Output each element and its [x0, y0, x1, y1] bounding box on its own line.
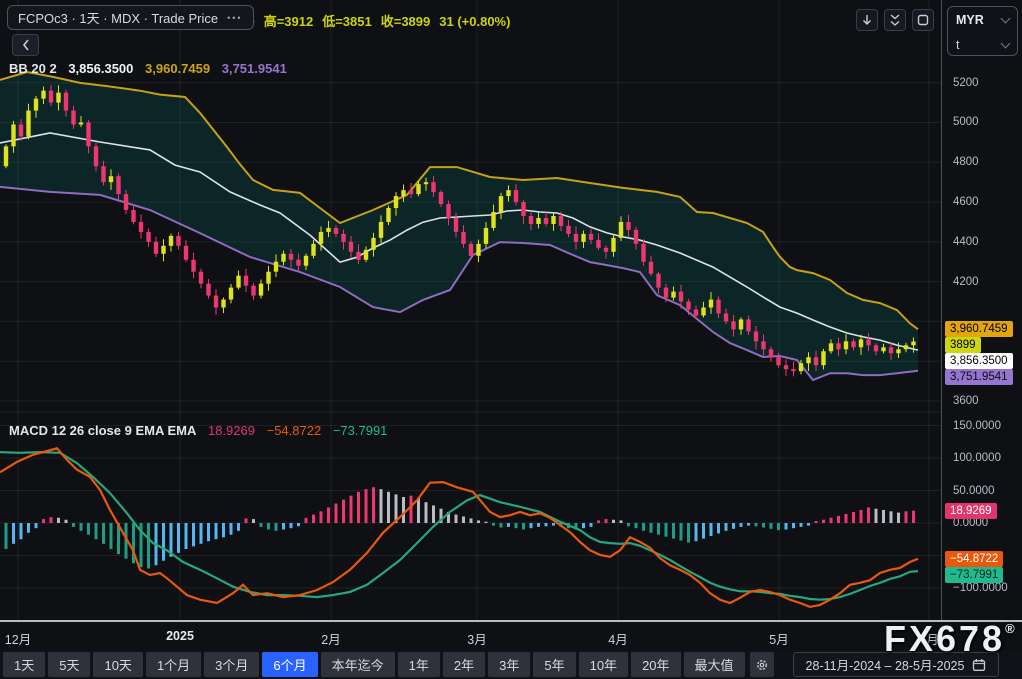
ohlc-change: 31 (+0.80%)	[439, 14, 511, 29]
symbol-chip[interactable]: FCPOc3 · 1天 · MDX · Trade Price •••	[7, 5, 254, 30]
range-button-2年[interactable]: 2年	[442, 652, 486, 677]
chevron-down-icon	[1000, 38, 1011, 48]
time-label: 6月	[919, 633, 939, 647]
bb-upper-value: 3,960.7459	[145, 61, 211, 76]
range-button-1个月[interactable]: 1个月	[145, 652, 202, 677]
range-button-5天[interactable]: 5天	[48, 652, 91, 677]
collapse-pane-button[interactable]	[884, 9, 906, 31]
bb-lower-value: 3,751.9541	[221, 61, 287, 76]
bb-legend[interactable]: BB 20 2 3,856.3500 3,960.7459 3,751.9541	[9, 61, 295, 76]
range-button-10天[interactable]: 10天	[93, 652, 143, 677]
price-badge: 18.9269	[945, 502, 997, 519]
pane-time-separator	[0, 620, 1022, 622]
axis-tick: 4800	[953, 156, 979, 169]
axis-tick: 4400	[953, 235, 979, 248]
currency-value: MYR	[956, 12, 984, 27]
axis-tick: 3600	[953, 395, 979, 407]
timeframe-toolbar: 1天 5天 10天 1个月 3个月 6个月 本年迄今 1年 2年 3年 5年 10年 20年 最大值 28-…	[0, 650, 1022, 679]
range-button-3年[interactable]: 3年	[488, 652, 531, 677]
axis-tick: 100.0000	[953, 452, 1001, 464]
ohlc-high: 高=3912	[263, 14, 314, 29]
macd-histogram	[4, 487, 915, 569]
range-button-6个月[interactable]: 6个月	[262, 652, 318, 677]
macd-line-value: −54.8722	[266, 423, 322, 438]
axis-tick: 5000	[953, 116, 979, 129]
range-button-最大值[interactable]: 最大值	[683, 652, 745, 677]
ohlc-low: 低=3851	[322, 14, 372, 29]
macd-legend[interactable]: MACD 12 26 close 9 EMA EMA 18.9269 −54.8…	[9, 423, 395, 438]
bb-mid-value: 3,856.3500	[68, 61, 134, 76]
range-button-1年[interactable]: 1年	[397, 652, 440, 677]
settings-button[interactable]	[749, 652, 774, 677]
collapse-icon	[890, 14, 900, 26]
axis-tick: 50.0000	[953, 484, 995, 497]
date-range-picker[interactable]: 28-11月-2024 – 28-5月-2025	[792, 652, 1000, 677]
range-button-10年[interactable]: 10年	[578, 652, 629, 677]
time-label: 12月	[4, 633, 32, 647]
range-button-20年[interactable]: 20年	[631, 652, 681, 677]
arrow-down-icon	[863, 15, 871, 25]
axis-tick: 4600	[953, 196, 979, 209]
macd-hist-value: 18.9269	[207, 423, 255, 438]
gear-icon	[756, 659, 767, 670]
back-button[interactable]	[12, 34, 39, 56]
macd-signal-value: −73.7991	[332, 423, 388, 438]
pane-buttons	[856, 9, 934, 31]
axis-tick: −100.0000	[953, 582, 1008, 594]
axis-tick: 5200	[953, 76, 979, 89]
range-button-本年迄今[interactable]: 本年迄今	[320, 652, 395, 677]
price-badge: −73.7991	[945, 566, 1004, 583]
price-badge: −54.8722	[945, 550, 1004, 567]
axis-tick: 150.0000	[953, 419, 1001, 432]
price-badge: 3899	[945, 337, 981, 354]
range-button-5年[interactable]: 5年	[533, 652, 576, 677]
range-button-3个月[interactable]: 3个月	[204, 652, 260, 677]
currency-select[interactable]: MYR	[948, 7, 1017, 32]
bb-label: BB 20 2	[9, 61, 57, 76]
macd-label: MACD 12 26 close 9 EMA EMA	[9, 423, 197, 438]
date-range-text: 28-11月-2024 – 28-5月-2025	[805, 659, 965, 673]
calendar-icon	[973, 658, 986, 671]
bb-fill	[0, 72, 918, 381]
signal-line	[0, 450, 919, 601]
time-label: 3月	[467, 633, 487, 647]
maximize-pane-button[interactable]	[912, 9, 934, 31]
unit-value: t	[956, 37, 960, 52]
currency-panel: MYR t	[947, 6, 1018, 56]
price-axis-column[interactable]: MYR t 5200 5000 4800 4600 4400 4200 3600 150.00…	[941, 0, 1022, 622]
range-button-1天[interactable]: 1天	[3, 652, 46, 677]
chevron-left-icon	[22, 39, 29, 51]
chart-svg[interactable]	[0, 0, 941, 622]
time-label: 4月	[608, 633, 628, 647]
chart-canvas[interactable]: FCPOc3 · 1天 · MDX · Trade Price ••• 870高…	[0, 0, 941, 622]
ohlc-close: 收=3899	[380, 14, 431, 29]
chevron-down-icon	[1000, 13, 1011, 23]
time-label: 5月	[769, 633, 789, 647]
price-badge: 3,960.7459	[945, 321, 1013, 338]
frame-icon	[917, 14, 929, 26]
price-badge: 3,856.3500	[945, 353, 1013, 370]
time-label: 2025	[166, 629, 194, 643]
axis-tick: 4200	[953, 275, 979, 288]
trading-chart-app: FCPOc3 · 1天 · MDX · Trade Price ••• 870高…	[0, 0, 1022, 679]
unit-select[interactable]: t	[948, 32, 1017, 57]
more-options-icon[interactable]: •••	[227, 13, 242, 23]
symbol-title: FCPOc3 · 1天 · MDX · Trade Price	[18, 11, 219, 26]
time-axis[interactable]: 12月 2025 2月 3月 4月 5月 6月	[0, 622, 1022, 650]
time-label: 2月	[321, 633, 341, 647]
ohlc-row: 870高=3912低=3851收=389931 (+0.80%)	[233, 11, 519, 30]
scroll-down-button[interactable]	[856, 9, 878, 31]
price-badge: 3,751.9541	[945, 369, 1013, 386]
